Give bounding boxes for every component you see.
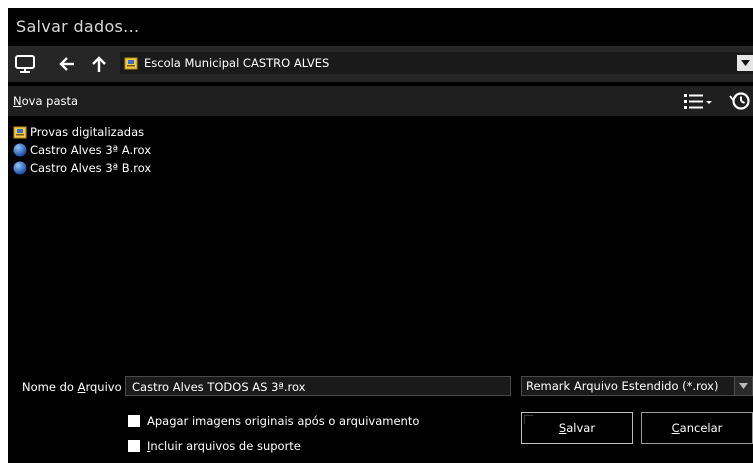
filename-label: Nome do Arquivo: [22, 380, 122, 394]
background-strip: [0, 0, 753, 8]
file-list[interactable]: Provas digitalizadas Castro Alves 3ª A.r…: [8, 120, 753, 372]
folder-icon: [13, 125, 27, 139]
item-label: Provas digitalizadas: [30, 125, 145, 139]
delete-originals-checkbox[interactable]: Apagar imagens originais após o arquivam…: [128, 414, 419, 428]
include-support-files-checkbox[interactable]: Incluir arquivos de suporte: [128, 439, 301, 453]
sphere-file-icon: [13, 143, 27, 157]
checkbox-label: Apagar imagens originais após o arquivam…: [147, 414, 420, 428]
current-path: Escola Municipal CASTRO ALVES: [144, 56, 330, 70]
item-label: Castro Alves 3ª B.rox: [30, 161, 152, 175]
back-arrow-icon[interactable]: [56, 51, 78, 77]
up-arrow-icon[interactable]: [88, 51, 110, 77]
save-button[interactable]: Salvar: [521, 412, 633, 444]
chevron-down-icon[interactable]: [734, 377, 752, 395]
path-selector[interactable]: Escola Municipal CASTRO ALVES: [120, 52, 753, 74]
folder-icon: [124, 56, 138, 70]
item-label: Castro Alves 3ª A.rox: [30, 143, 152, 157]
view-list-icon[interactable]: [683, 91, 713, 111]
filename-input[interactable]: Castro Alves TODOS AS 3ª.rox: [125, 376, 511, 396]
list-item[interactable]: Castro Alves 3ª B.rox: [13, 159, 151, 177]
navigation-bar: Escola Municipal CASTRO ALVES: [8, 46, 753, 82]
dialog-title: Salvar dados...: [16, 17, 140, 36]
title-bar: Salvar dados...: [8, 8, 753, 44]
list-item[interactable]: Castro Alves 3ª A.rox: [13, 141, 151, 159]
new-folder-button[interactable]: Nova pasta: [13, 94, 78, 108]
list-item[interactable]: Provas digitalizadas: [13, 123, 144, 141]
desktop-icon[interactable]: [11, 51, 39, 77]
filetype-select[interactable]: Remark Arquivo Estendido (*.rox): [521, 376, 753, 396]
checkbox-square[interactable]: [128, 440, 140, 452]
filetype-value: Remark Arquivo Estendido (*.rox): [526, 379, 719, 393]
chevron-down-icon[interactable]: [737, 55, 753, 71]
toolbar: Nova pasta: [8, 86, 753, 116]
save-dialog: Salvar dados... Escola Municipal CASTRO …: [8, 8, 753, 463]
bottom-panel: Nome do Arquivo Castro Alves TODOS AS 3ª…: [8, 372, 753, 463]
history-clock-icon[interactable]: [729, 90, 751, 112]
checkbox-label: Incluir arquivos de suporte: [147, 439, 301, 453]
checkbox-square[interactable]: [128, 415, 140, 427]
cancel-button[interactable]: Cancelar: [641, 412, 753, 444]
sphere-file-icon: [13, 161, 27, 175]
